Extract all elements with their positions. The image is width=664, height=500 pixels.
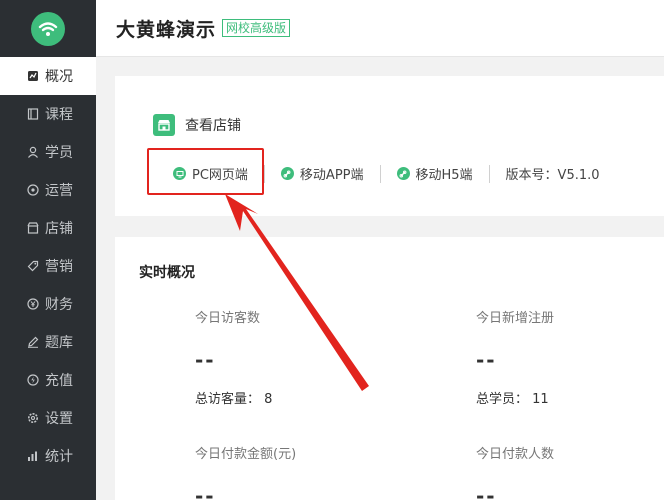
stat-today-payment-amount: 今日付款金额(元) -- [195, 443, 296, 500]
stat-today-visitors: 今日访客数 -- 总访客量： 8 [195, 307, 272, 407]
view-store-link[interactable]: 查看店铺 [153, 114, 241, 136]
stat-value: -- [476, 348, 497, 372]
divider [379, 164, 381, 183]
sidebar: 概况 课程 学员 运营 店铺 营销 财务 题库 充值 设置 统计 [0, 0, 96, 500]
pen-icon [26, 335, 40, 349]
sidebar-item-store[interactable]: 店铺 [0, 209, 96, 247]
recharge-icon [26, 373, 40, 387]
divider [488, 164, 490, 183]
stat-total: 总学员： 11 [476, 392, 549, 407]
realtime-overview-card: 实时概况 今日访客数 -- 总访客量： 8 今日新增注册 -- 总学员： 11 … [115, 237, 664, 500]
sidebar-item-stats[interactable]: 统计 [0, 437, 96, 475]
course-icon [26, 107, 40, 121]
finance-icon [26, 297, 40, 311]
sidebar-item-finance[interactable]: 财务 [0, 285, 96, 323]
version-label: 版本号：V5.1.0 [505, 168, 600, 183]
stat-value: -- [195, 348, 216, 372]
stat-value: -- [195, 484, 216, 500]
platform-h5-label: 移动H5端 [415, 168, 473, 183]
student-icon [26, 145, 40, 159]
top-header: 大黄蜂演示 网校高级版 [96, 0, 664, 57]
school-name: 大黄蜂演示 [116, 18, 217, 41]
sidebar-item-recharge[interactable]: 充值 [0, 361, 96, 399]
sidebar-item-label: 学员 [45, 145, 73, 161]
sidebar-item-label: 财务 [45, 297, 73, 313]
stat-label: 今日访客数 [195, 311, 261, 326]
sidebar-item-label: 营销 [45, 259, 73, 275]
divider [263, 164, 265, 183]
stat-label: 今日付款人数 [476, 447, 555, 462]
sidebar-item-course[interactable]: 课程 [0, 95, 96, 133]
sidebar-item-label: 充值 [45, 373, 73, 389]
stats-icon [26, 449, 40, 463]
realtime-title: 实时概况 [139, 265, 195, 281]
sidebar-item-marketing[interactable]: 营销 [0, 247, 96, 285]
sidebar-item-label: 题库 [45, 335, 73, 351]
sidebar-item-label: 设置 [45, 411, 73, 427]
annotation-highlight-box [147, 148, 264, 195]
store-card: 查看店铺 PC网页端 移动APP端 移动H5端 版本号：V5.1.0 [115, 76, 664, 216]
gear-icon [26, 411, 40, 425]
sidebar-item-label: 运营 [45, 183, 73, 199]
platform-app-link[interactable]: 移动APP端 [280, 164, 364, 183]
sidebar-item-label: 概况 [45, 69, 73, 85]
sidebar-item-overview[interactable]: 概况 [0, 57, 96, 95]
sidebar-item-student[interactable]: 学员 [0, 133, 96, 171]
stat-today-payers: 今日付款人数 -- [476, 443, 554, 500]
sidebar-item-label: 课程 [45, 107, 73, 123]
stat-label: 今日付款金额(元) [195, 447, 297, 462]
overview-icon [26, 69, 40, 83]
stat-value: -- [476, 484, 497, 500]
shop-icon [153, 114, 175, 136]
operation-icon [26, 183, 40, 197]
tag-icon [26, 259, 40, 273]
stat-total: 总访客量： 8 [195, 392, 273, 407]
link-icon [280, 167, 294, 180]
sidebar-item-label: 统计 [45, 449, 73, 465]
logo-area [0, 0, 96, 57]
app-logo[interactable] [31, 11, 65, 46]
sidebar-item-settings[interactable]: 设置 [0, 399, 96, 437]
stat-label: 今日新增注册 [476, 311, 555, 326]
sidebar-item-operation[interactable]: 运营 [0, 171, 96, 209]
platform-app-label: 移动APP端 [299, 168, 364, 183]
store-icon [26, 221, 40, 235]
stat-today-registrations: 今日新增注册 -- 总学员： 11 [476, 307, 554, 407]
sidebar-item-question-bank[interactable]: 题库 [0, 323, 96, 361]
view-store-label: 查看店铺 [185, 118, 241, 134]
sidebar-item-label: 店铺 [45, 221, 73, 237]
link-icon [396, 167, 410, 180]
platform-h5-link[interactable]: 移动H5端 [396, 164, 473, 183]
edition-badge: 网校高级版 [222, 19, 291, 37]
